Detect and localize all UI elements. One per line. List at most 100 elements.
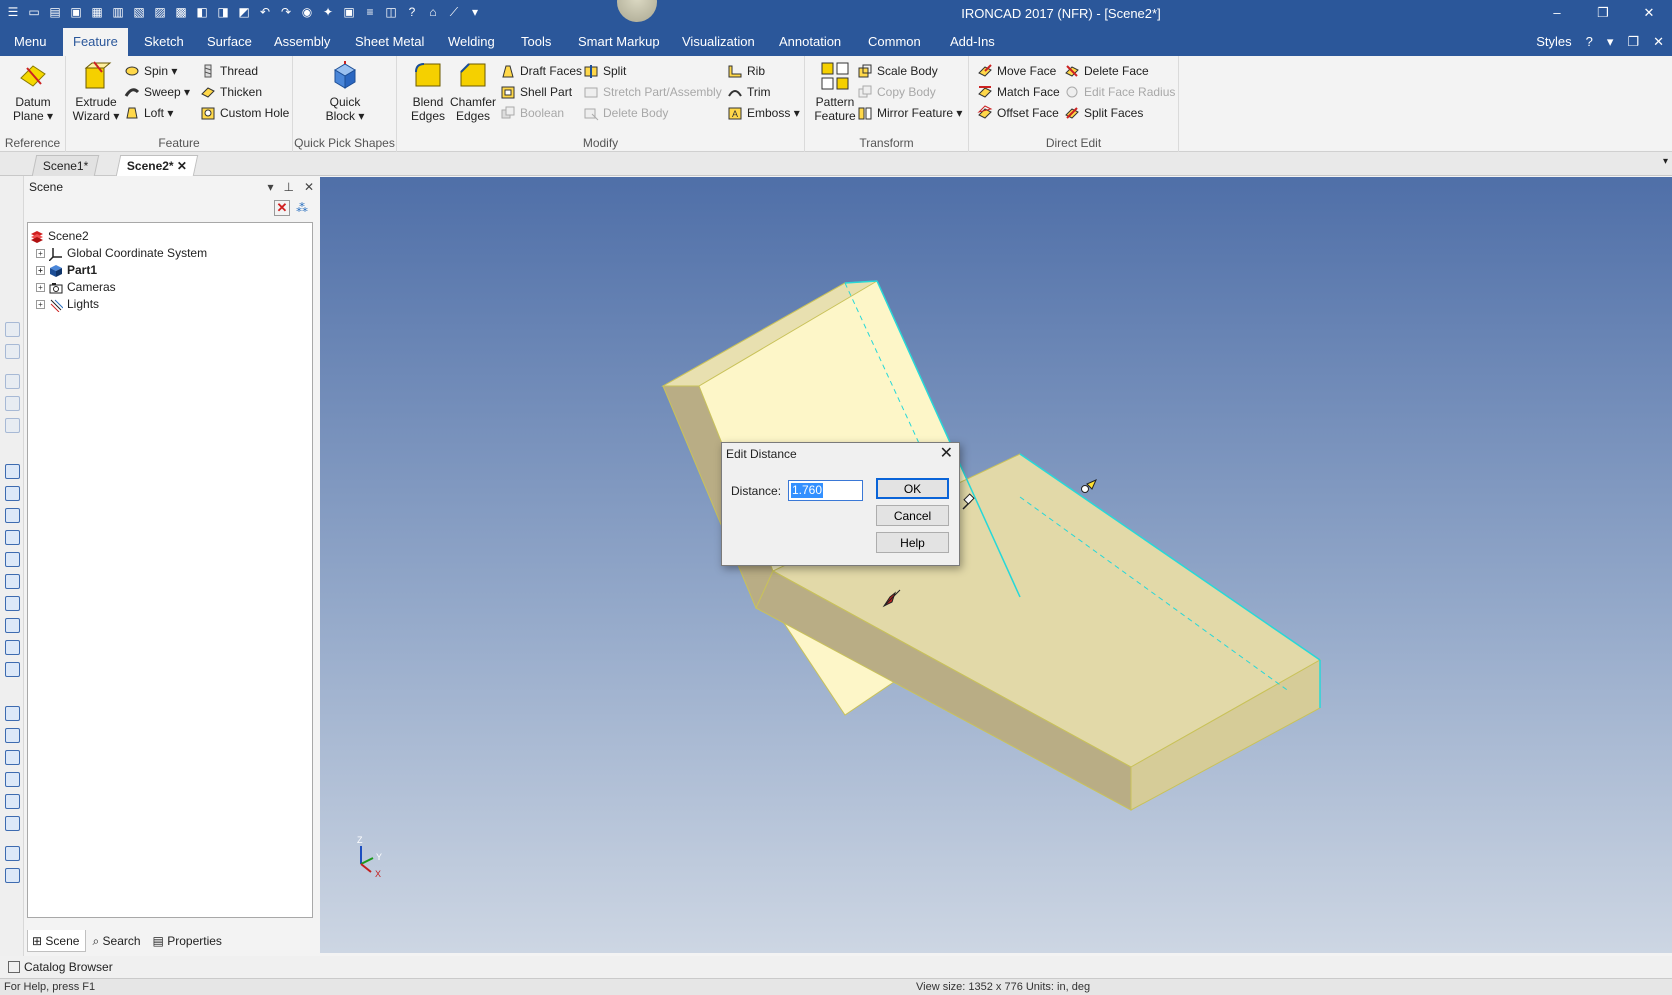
render-tool-icon[interactable]: [5, 728, 20, 743]
tab-sketch[interactable]: Sketch: [134, 28, 194, 56]
delete-face-button[interactable]: Delete Face: [1064, 61, 1149, 81]
view-tool-icon[interactable]: [5, 344, 20, 359]
offset-face-button[interactable]: Offset Face: [977, 103, 1059, 123]
view-tool-icon[interactable]: [5, 396, 20, 411]
tab-surface[interactable]: Surface: [197, 28, 262, 56]
thread-button[interactable]: Thread: [200, 61, 258, 81]
tab-properties[interactable]: ▤ Properties: [149, 930, 228, 952]
anchor-handle-icon[interactable]: [1081, 485, 1089, 493]
tab-assembly[interactable]: Assembly: [264, 28, 340, 56]
sweep-button[interactable]: Sweep ▾: [124, 82, 190, 102]
expand-icon[interactable]: +: [36, 300, 45, 310]
cancel-button[interactable]: Cancel: [876, 505, 949, 526]
boolean-button[interactable]: Boolean: [500, 103, 564, 123]
tree-options-icon[interactable]: ⁂: [294, 200, 310, 216]
ribbon-restore-icon[interactable]: ❐: [1627, 28, 1639, 56]
stretch-button[interactable]: Stretch Part/Assembly: [583, 82, 722, 102]
rib-button[interactable]: Rib: [727, 61, 765, 81]
delete-body-button[interactable]: Delete Body: [583, 103, 668, 123]
extrude-wizard-button[interactable]: Extrude Wizard ▾: [70, 60, 122, 123]
match-face-button[interactable]: Match Face: [977, 82, 1060, 102]
split-button[interactable]: Split: [583, 61, 626, 81]
quick-block-button[interactable]: Quick Block ▾: [319, 60, 371, 123]
tab-tools[interactable]: Tools: [511, 28, 561, 56]
view-tool-icon[interactable]: [5, 418, 20, 433]
panel-close-icon[interactable]: ✕: [304, 176, 314, 198]
ruler-icon[interactable]: [5, 868, 20, 883]
panel-dropdown-icon[interactable]: ▾: [267, 176, 273, 198]
close-button[interactable]: ✕: [1626, 0, 1672, 28]
ribbon-close-icon[interactable]: ✕: [1653, 28, 1664, 56]
render-tool-icon[interactable]: [5, 706, 20, 721]
standard-view-icon[interactable]: [5, 662, 20, 677]
standard-view-icon[interactable]: [5, 596, 20, 611]
render-tool-icon[interactable]: [5, 794, 20, 809]
standard-view-icon[interactable]: [5, 618, 20, 633]
trim-button[interactable]: Trim: [727, 82, 771, 102]
emboss-button[interactable]: A Emboss ▾: [727, 103, 800, 123]
expand-icon[interactable]: +: [36, 266, 45, 276]
tab-welding[interactable]: Welding: [438, 28, 505, 56]
3d-viewport[interactable]: Z Y X: [320, 177, 1672, 953]
tree-node-cameras[interactable]: + Cameras: [36, 278, 116, 296]
tab-add-ins[interactable]: Add-Ins: [940, 28, 1005, 56]
standard-view-icon[interactable]: [5, 640, 20, 655]
pattern-feature-button[interactable]: Pattern Feature: [809, 60, 861, 123]
minimize-button[interactable]: –: [1534, 0, 1580, 28]
tab-annotation[interactable]: Annotation: [769, 28, 851, 56]
edit-face-radius-button[interactable]: Edit Face Radius: [1064, 82, 1175, 102]
tab-scene[interactable]: ⊞ Scene: [27, 930, 87, 952]
thicken-button[interactable]: Thicken: [200, 82, 262, 102]
smart-dimension-icon[interactable]: [5, 846, 20, 861]
tab-common[interactable]: Common: [858, 28, 931, 56]
dialog-close-icon[interactable]: ✕: [940, 444, 953, 464]
split-faces-button[interactable]: Split Faces: [1064, 103, 1143, 123]
view-tool-icon[interactable]: [5, 322, 20, 337]
spin-button[interactable]: Spin ▾: [124, 61, 177, 81]
move-face-button[interactable]: Move Face: [977, 61, 1056, 81]
standard-view-icon[interactable]: [5, 508, 20, 523]
doc-tab-scene2[interactable]: Scene2* ✕: [115, 155, 199, 176]
render-tool-icon[interactable]: [5, 816, 20, 831]
loft-button[interactable]: Loft ▾: [124, 103, 173, 123]
view-tool-icon[interactable]: [5, 374, 20, 389]
tab-search[interactable]: ⌕ Search: [88, 930, 146, 952]
catalog-browser-bar[interactable]: Catalog Browser: [0, 956, 1672, 978]
standard-view-icon[interactable]: [5, 574, 20, 589]
distance-input[interactable]: [788, 480, 863, 501]
part-model[interactable]: Z Y X: [320, 177, 1672, 953]
tab-menu[interactable]: Menu: [4, 28, 57, 56]
tab-sheet-metal[interactable]: Sheet Metal: [345, 28, 434, 56]
ribbon-options-icon[interactable]: ▾: [1607, 28, 1614, 56]
shell-part-button[interactable]: Shell Part: [500, 82, 572, 102]
tab-feature[interactable]: Feature: [63, 28, 128, 56]
styles-menu[interactable]: Styles: [1536, 28, 1571, 56]
copy-body-button[interactable]: Copy Body: [857, 82, 936, 102]
tree-node-part1[interactable]: + Part1: [36, 261, 97, 279]
tree-node-lights[interactable]: + Lights: [36, 295, 99, 313]
expand-icon[interactable]: +: [36, 249, 45, 259]
pin-icon[interactable]: ⊥: [283, 176, 293, 198]
scale-body-button[interactable]: Scale Body: [857, 61, 938, 81]
standard-view-icon[interactable]: [5, 486, 20, 501]
doc-tab-dropdown-icon[interactable]: ▾: [1663, 156, 1668, 167]
doc-tab-close-icon[interactable]: ✕: [177, 156, 187, 176]
expand-icon[interactable]: +: [36, 283, 45, 293]
standard-view-icon[interactable]: [5, 530, 20, 545]
custom-hole-button[interactable]: Custom Hole: [200, 103, 289, 123]
datum-plane-button[interactable]: Datum Plane ▾: [7, 60, 59, 123]
standard-view-icon[interactable]: [5, 464, 20, 479]
ribbon-help-icon[interactable]: ?: [1586, 28, 1593, 56]
tree-node-global-coordinate-system[interactable]: + Global Coordinate System: [36, 244, 207, 262]
restore-button[interactable]: ❐: [1580, 0, 1626, 28]
clear-filter-icon[interactable]: ✕: [274, 200, 290, 216]
tab-smart-markup[interactable]: Smart Markup: [568, 28, 670, 56]
doc-tab-scene1[interactable]: Scene1*: [31, 155, 100, 176]
tree-node-scene2[interactable]: Scene2: [30, 227, 89, 245]
chamfer-edges-button[interactable]: Chamfer Edges: [447, 60, 499, 123]
ok-button[interactable]: OK: [876, 478, 949, 499]
tab-visualization[interactable]: Visualization: [672, 28, 765, 56]
draft-faces-button[interactable]: Draft Faces: [500, 61, 582, 81]
render-tool-icon[interactable]: [5, 772, 20, 787]
render-tool-icon[interactable]: [5, 750, 20, 765]
